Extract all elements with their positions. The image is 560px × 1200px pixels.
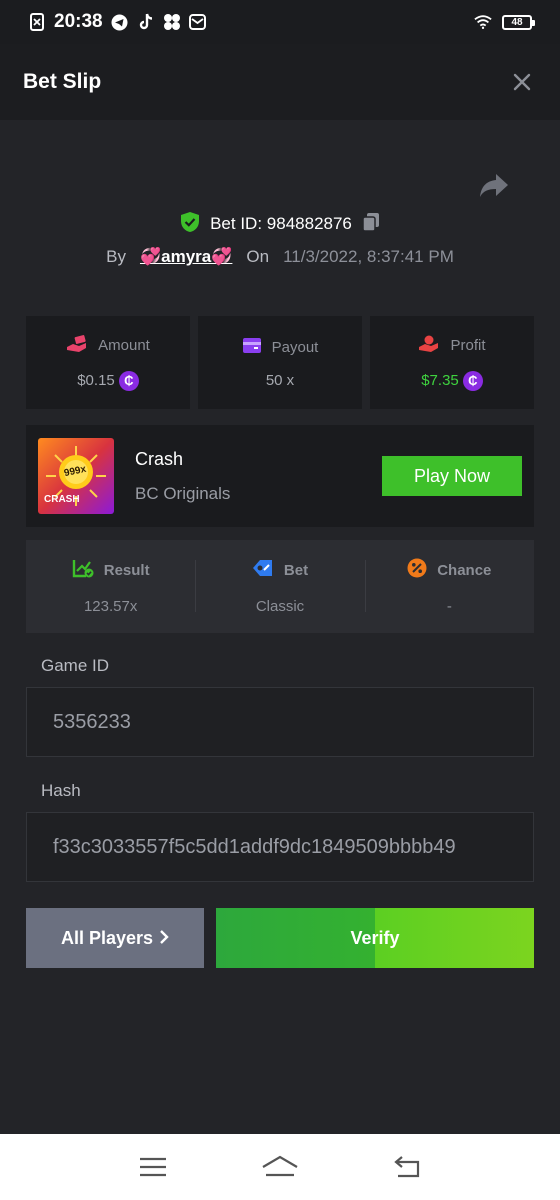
stat-value: $0.15	[77, 372, 115, 389]
bet-id-prefix: Bet ID:	[210, 214, 263, 233]
crash-game-thumbnail[interactable]: 999x CRASH	[38, 438, 114, 514]
detail-value: 123.57x	[83, 598, 138, 615]
coin-icon: ₵	[118, 370, 139, 391]
app-icon	[163, 13, 181, 31]
username-link[interactable]: 💞amyra💞	[140, 247, 232, 267]
stat-value: $7.35	[421, 372, 459, 389]
bet-id-label: Bet ID: 984882876	[210, 214, 352, 234]
detail-label: Bet	[283, 561, 309, 579]
all-players-label: All Players	[60, 927, 154, 948]
status-time: 20:38	[54, 11, 103, 32]
stat-amount: Amount $0.15 ₵	[26, 316, 190, 409]
menu-icon[interactable]	[133, 1152, 173, 1182]
game-info: Crash BC Originals	[135, 449, 230, 504]
bet-date: 11/3/2022, 8:37:41 PM	[283, 247, 454, 266]
detail-value: -	[446, 598, 452, 615]
telegram-icon	[111, 13, 129, 31]
game-id-field[interactable]: 5356233	[26, 687, 534, 757]
detail-result: Result 123.57x	[26, 558, 195, 615]
on-label: On	[246, 247, 270, 266]
bet-stats: Amount $0.15 ₵ Payout 50 x Profit $7.35 …	[26, 316, 534, 409]
stat-profit: Profit $7.35 ₵	[370, 316, 534, 409]
bet-id-value: 984882876	[266, 214, 352, 233]
coin-icon: ₵	[462, 370, 483, 391]
stat-label: Payout	[271, 338, 319, 356]
sim-icon	[28, 13, 46, 31]
stat-label: Profit	[450, 337, 486, 354]
thumb-title: CRASH	[44, 494, 80, 505]
status-bar: 20:38 48	[0, 0, 560, 44]
detail-label: Result	[103, 561, 150, 579]
percent-icon	[407, 558, 427, 582]
hash-label: Hash	[41, 781, 81, 800]
game-id-label: Game ID	[41, 656, 110, 675]
bet-id-row: Bet ID: 984882876	[0, 210, 560, 238]
mail-icon	[189, 13, 207, 31]
hand-money-icon	[66, 334, 88, 357]
page-title: Bet Slip	[23, 70, 102, 93]
verified-shield-icon	[180, 211, 200, 238]
verify-button[interactable]: Verify	[216, 908, 534, 968]
hand-coin-icon	[418, 335, 440, 357]
back-icon[interactable]	[387, 1152, 427, 1182]
battery-icon: 48	[502, 14, 535, 30]
system-nav-bar	[0, 1134, 560, 1200]
wifi-icon	[474, 13, 492, 31]
wallet-icon	[242, 337, 262, 358]
all-players-button[interactable]: All Players	[26, 908, 204, 968]
bet-slip-header: Bet Slip	[0, 44, 560, 120]
detail-bet: Bet Classic	[195, 558, 364, 615]
share-icon[interactable]	[478, 172, 510, 200]
detail-label: Chance	[437, 561, 492, 579]
stat-value: 50 x	[265, 371, 295, 389]
detail-value: Classic	[255, 598, 305, 615]
tiktok-icon	[137, 13, 155, 31]
game-provider: BC Originals	[135, 483, 231, 503]
game-name[interactable]: Crash	[135, 449, 230, 470]
home-icon[interactable]	[260, 1152, 300, 1182]
close-icon[interactable]	[507, 67, 537, 97]
by-label: By	[106, 247, 126, 266]
chart-check-icon	[72, 558, 94, 582]
tag-icon	[252, 558, 274, 582]
hash-field[interactable]: f33c3033557f5c5dd1addf9dc1849509bbbb49	[26, 812, 534, 882]
detail-chance: Chance -	[364, 558, 534, 615]
bet-details: Result 123.57x Bet Classic Chance -	[26, 540, 534, 633]
stat-payout: Payout 50 x	[198, 316, 362, 409]
chevron-right-icon	[159, 928, 169, 949]
play-now-button[interactable]: Play Now	[382, 456, 522, 496]
game-card: 999x CRASH Crash BC Originals Play Now	[26, 425, 534, 527]
bet-meta-row: By 💞amyra💞 On 11/3/2022, 8:37:41 PM	[0, 243, 560, 271]
copy-icon[interactable]	[362, 212, 380, 237]
stat-label: Amount	[98, 337, 150, 354]
